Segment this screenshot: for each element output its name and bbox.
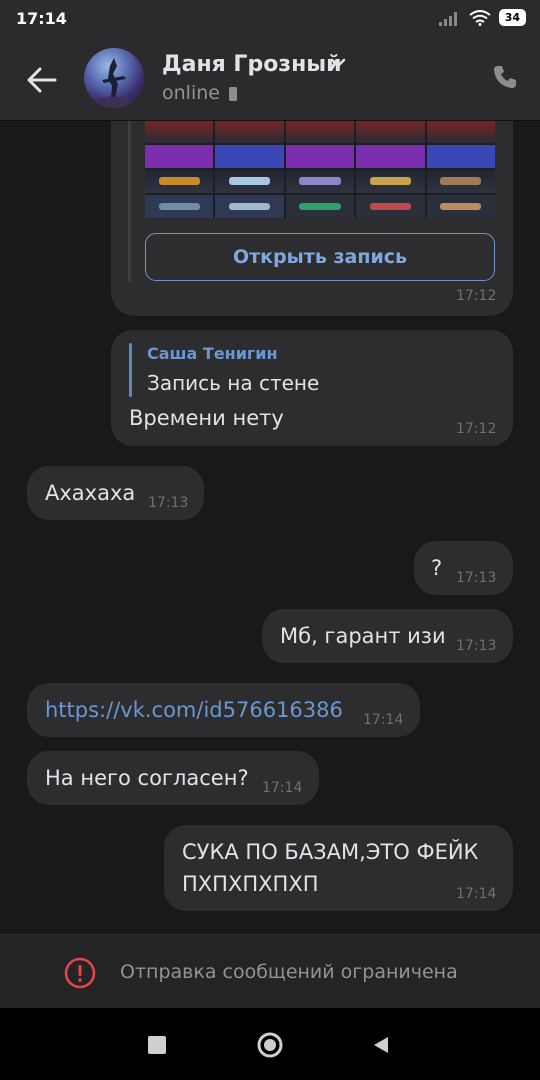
weapon-thumbnail xyxy=(356,120,425,143)
triangle-back-icon xyxy=(374,1037,388,1053)
message-time: 17:13 xyxy=(456,570,497,586)
message-time: 17:14 xyxy=(363,712,404,728)
reply-quote-bar xyxy=(129,343,132,397)
message-text: На него согласен? xyxy=(45,766,249,790)
weapon-shape xyxy=(229,203,271,210)
back-button[interactable] xyxy=(22,60,62,100)
message-time: 17:13 xyxy=(148,495,189,511)
mobile-device-icon xyxy=(229,87,237,101)
weapon-thumbnail xyxy=(426,120,495,143)
home-button[interactable] xyxy=(255,1030,285,1060)
message-time: 17:12 xyxy=(456,288,497,304)
message-text: ? xyxy=(431,556,443,580)
weapon-thumbnail xyxy=(426,145,495,168)
weapon-shape xyxy=(158,176,200,185)
reply-author[interactable]: Саша Тенигин xyxy=(147,344,278,363)
square-icon xyxy=(148,1036,166,1054)
system-nav-bar xyxy=(0,1008,540,1080)
weapon-thumbnail xyxy=(145,195,214,218)
message-time: 17:14 xyxy=(262,780,303,796)
message-text: Ахахаха xyxy=(45,481,136,505)
wall-post-bar xyxy=(128,120,131,282)
weapon-thumbnail xyxy=(426,195,495,218)
chevron-down-icon[interactable] xyxy=(330,56,346,70)
weapon-thumbnail xyxy=(356,195,425,218)
contact-status: online xyxy=(162,82,220,104)
profile-link[interactable]: https://vk.com/id576616386 xyxy=(45,698,343,722)
message-text-line1: СУКА ПО БАЗАМ,ЭТО ФЕЙК xyxy=(182,840,479,864)
signal-icon xyxy=(438,11,457,26)
weapon-thumbnail xyxy=(145,170,214,193)
circle-icon xyxy=(257,1032,283,1058)
back-nav-button[interactable] xyxy=(366,1030,396,1060)
message-time: 17:13 xyxy=(456,638,497,654)
weapon-shape xyxy=(369,203,411,210)
weapon-thumbnail xyxy=(285,145,355,168)
header-divider xyxy=(0,120,540,121)
message-text: Мб, гарант изи xyxy=(280,624,446,648)
weapon-thumbnail xyxy=(215,145,284,168)
weapon-shape xyxy=(440,203,482,210)
avatar-figure-icon xyxy=(92,58,136,108)
weapon-shape xyxy=(158,203,200,210)
weapon-thumbnail xyxy=(145,120,214,143)
phone-icon[interactable] xyxy=(492,64,518,90)
wifi-icon xyxy=(469,9,491,26)
status-icons: 34 xyxy=(438,9,526,26)
weapon-shape xyxy=(299,203,341,210)
message-text-line2: ПХПХПХПХП xyxy=(182,872,319,896)
status-bar: 17:14 34 xyxy=(0,0,540,38)
status-time: 17:14 xyxy=(16,9,67,28)
avatar[interactable] xyxy=(84,48,144,108)
chat-header: Даня Грозный online xyxy=(0,38,540,120)
messaging-restricted-bar: Отправка сообщений ограничена xyxy=(0,934,540,1009)
recents-button[interactable] xyxy=(142,1030,172,1060)
weapon-shape xyxy=(299,176,341,185)
reply-text: Запись на стене xyxy=(147,371,320,395)
message-text: Времени нету xyxy=(129,406,284,430)
message-bubble-outgoing[interactable] xyxy=(414,541,513,595)
open-post-button[interactable]: Открыть запись xyxy=(145,233,495,281)
restricted-text: Отправка сообщений ограничена xyxy=(120,961,458,983)
weapon-thumbnail xyxy=(215,195,284,218)
weapon-thumbnail xyxy=(215,170,284,193)
alert-circle-icon xyxy=(64,957,96,989)
weapon-thumbnail xyxy=(145,145,214,168)
weapon-thumbnail xyxy=(285,195,355,218)
wall-post-image[interactable] xyxy=(145,120,495,218)
weapon-thumbnail xyxy=(215,120,284,143)
weapon-shape xyxy=(229,176,271,185)
weapon-shape xyxy=(440,176,482,185)
weapon-thumbnail xyxy=(356,145,425,168)
message-time: 17:12 xyxy=(456,421,497,437)
battery-icon: 34 xyxy=(498,9,526,26)
weapon-thumbnail xyxy=(356,170,425,193)
weapon-thumbnail xyxy=(426,170,495,193)
weapon-thumbnail xyxy=(285,120,355,143)
contact-name[interactable]: Даня Грозный xyxy=(162,52,342,77)
message-time: 17:14 xyxy=(456,886,497,902)
weapon-shape xyxy=(369,176,411,185)
arrow-left-icon xyxy=(27,67,57,93)
weapon-thumbnail xyxy=(285,170,355,193)
